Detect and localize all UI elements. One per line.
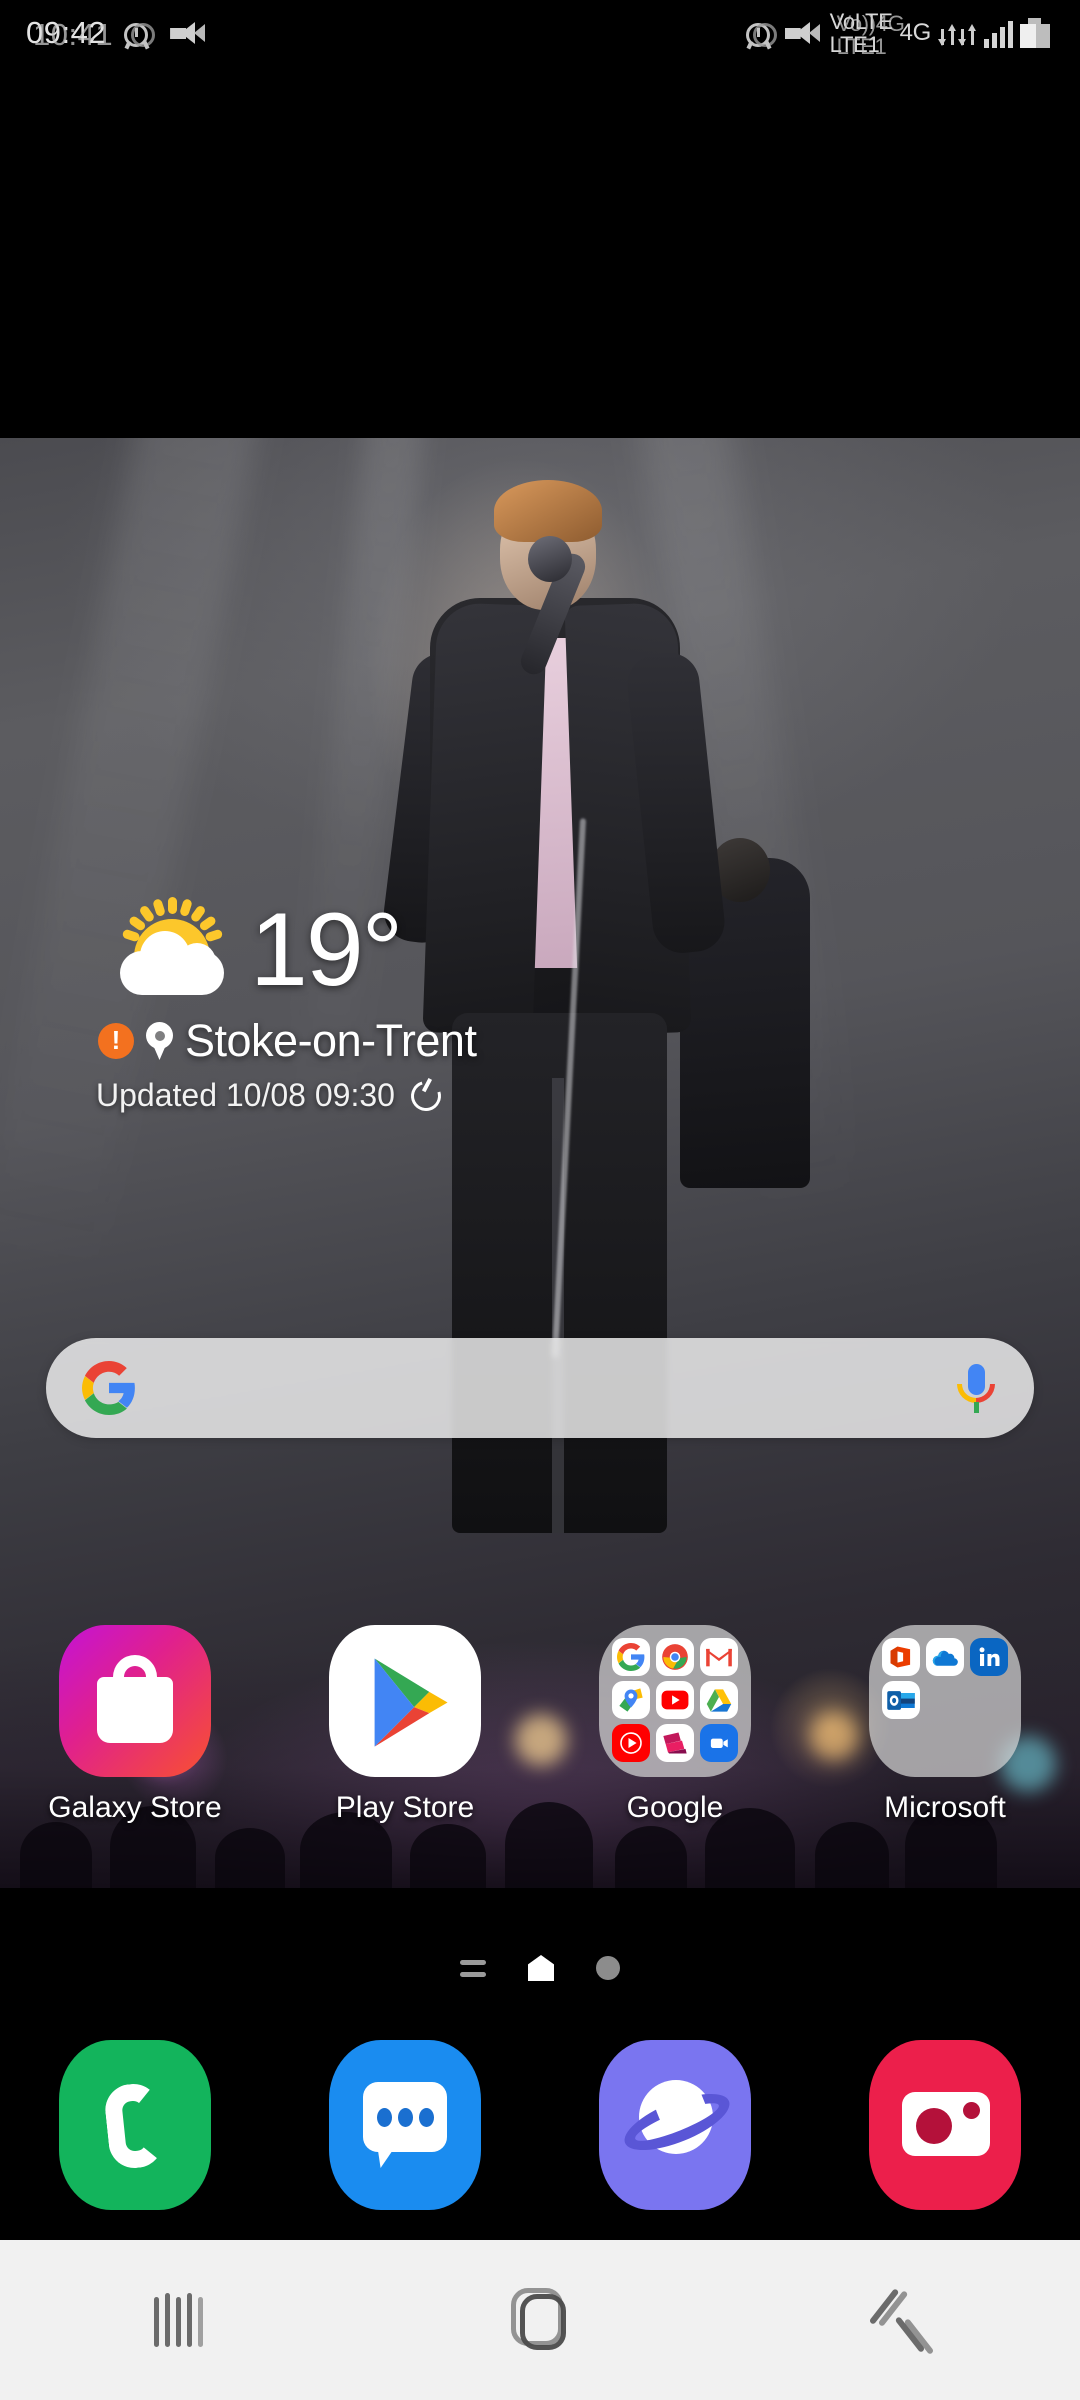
folder-microsoft[interactable]: Microsoft (810, 1625, 1080, 1825)
feed-page-icon[interactable] (460, 1958, 486, 1978)
home-page-icon[interactable] (528, 1955, 554, 1981)
page-indicator[interactable] (0, 1955, 1080, 1981)
drive-icon (699, 1681, 738, 1719)
google-mic-icon[interactable] (954, 1362, 998, 1414)
app-label: Play Store (335, 1791, 475, 1824)
internet-icon[interactable] (599, 2040, 751, 2210)
dock-item-phone[interactable] (0, 2040, 270, 2210)
temperature-value: 19° (250, 892, 403, 1009)
refresh-icon[interactable] (405, 1075, 447, 1116)
weather-updated-text: Updated 10/08 09:30 (96, 1077, 395, 1113)
dock-item-messages[interactable] (270, 2040, 540, 2210)
weather-location-row[interactable]: ! Stoke-on-Trent (98, 1015, 1080, 1067)
dock-item-internet[interactable] (540, 2040, 810, 2210)
youtube-icon (655, 1681, 694, 1719)
phone-icon[interactable] (59, 2040, 211, 2210)
weather-main-row: 19° (92, 895, 1080, 1007)
volte-label: VoLTE (830, 10, 905, 35)
google-folder-icon[interactable] (599, 1625, 751, 1777)
folder-google[interactable]: Google (540, 1625, 810, 1825)
home-icon[interactable] (511, 2288, 569, 2352)
navigation-bar (0, 2240, 1080, 2400)
alarm-icon (120, 16, 156, 50)
gmail-icon (699, 1638, 738, 1676)
google-search-bar[interactable] (46, 1338, 1034, 1438)
app-play-store[interactable]: Play Store (270, 1625, 540, 1825)
signal-icon (984, 18, 1013, 48)
weather-updated-row[interactable]: Updated 10/08 09:30 (96, 1075, 1080, 1116)
google-icon (612, 1638, 651, 1676)
onedrive-icon (925, 1638, 964, 1676)
other-page-icon[interactable] (596, 1956, 620, 1980)
dock (0, 2040, 1080, 2210)
nav-recents-button[interactable] (0, 2291, 360, 2349)
status-bar-clock: 09:42 (26, 15, 113, 53)
back-icon[interactable] (868, 2288, 935, 2355)
linkedin-icon (969, 1638, 1008, 1676)
app-label: Galaxy Store (48, 1791, 222, 1824)
alarm-icon-right (742, 16, 777, 50)
messages-icon[interactable] (329, 2040, 481, 2210)
nav-home-button[interactable] (360, 2288, 720, 2352)
youtube-music-icon (612, 1724, 651, 1762)
mute-icon (168, 16, 208, 50)
network-label: VoLTE LTE1 (830, 10, 905, 58)
duo-icon (699, 1724, 738, 1762)
status-bar[interactable]: 09:42 VoLTE LTE1 4G (0, 0, 1080, 66)
weather-alert-icon[interactable]: ! (98, 1023, 134, 1059)
status-bar-left: 09:42 (26, 15, 208, 53)
app-label: Microsoft (884, 1791, 1006, 1824)
app-galaxy-store[interactable]: Galaxy Store (0, 1625, 270, 1825)
location-pin-icon (146, 1022, 173, 1060)
microsoft-folder-icon[interactable] (869, 1625, 1021, 1777)
galaxy-store-icon[interactable] (59, 1625, 211, 1777)
dock-item-camera[interactable] (810, 2040, 1080, 2210)
office-icon (882, 1638, 921, 1676)
search-input[interactable] (136, 1369, 954, 1407)
status-bar-right: VoLTE LTE1 4G (742, 10, 1054, 58)
home-apps-row: Galaxy Store Play Store Google Microsoft (0, 1625, 1080, 1825)
lte-label: LTE1 (830, 33, 893, 58)
maps-icon (612, 1681, 651, 1719)
outlook-icon (882, 1681, 921, 1719)
google-g-icon (82, 1361, 136, 1415)
nav-back-button[interactable] (720, 2288, 1080, 2355)
generation-label: 4G (899, 19, 932, 46)
vibrate-icon (783, 16, 823, 50)
weather-widget[interactable]: 19° ! Stoke-on-Trent Updated 10/08 09:30 (0, 895, 1080, 1116)
battery-icon (1020, 18, 1054, 48)
chrome-icon (655, 1638, 694, 1676)
recents-icon[interactable] (152, 2291, 208, 2349)
camera-icon[interactable] (869, 2040, 1021, 2210)
app-label: Google (626, 1791, 724, 1824)
partly-cloudy-icon (92, 895, 240, 1007)
play-store-icon[interactable] (329, 1625, 481, 1777)
play-movies-icon (655, 1724, 694, 1762)
data-transfer-icon (938, 20, 977, 46)
weather-city: Stoke-on-Trent (185, 1015, 477, 1066)
